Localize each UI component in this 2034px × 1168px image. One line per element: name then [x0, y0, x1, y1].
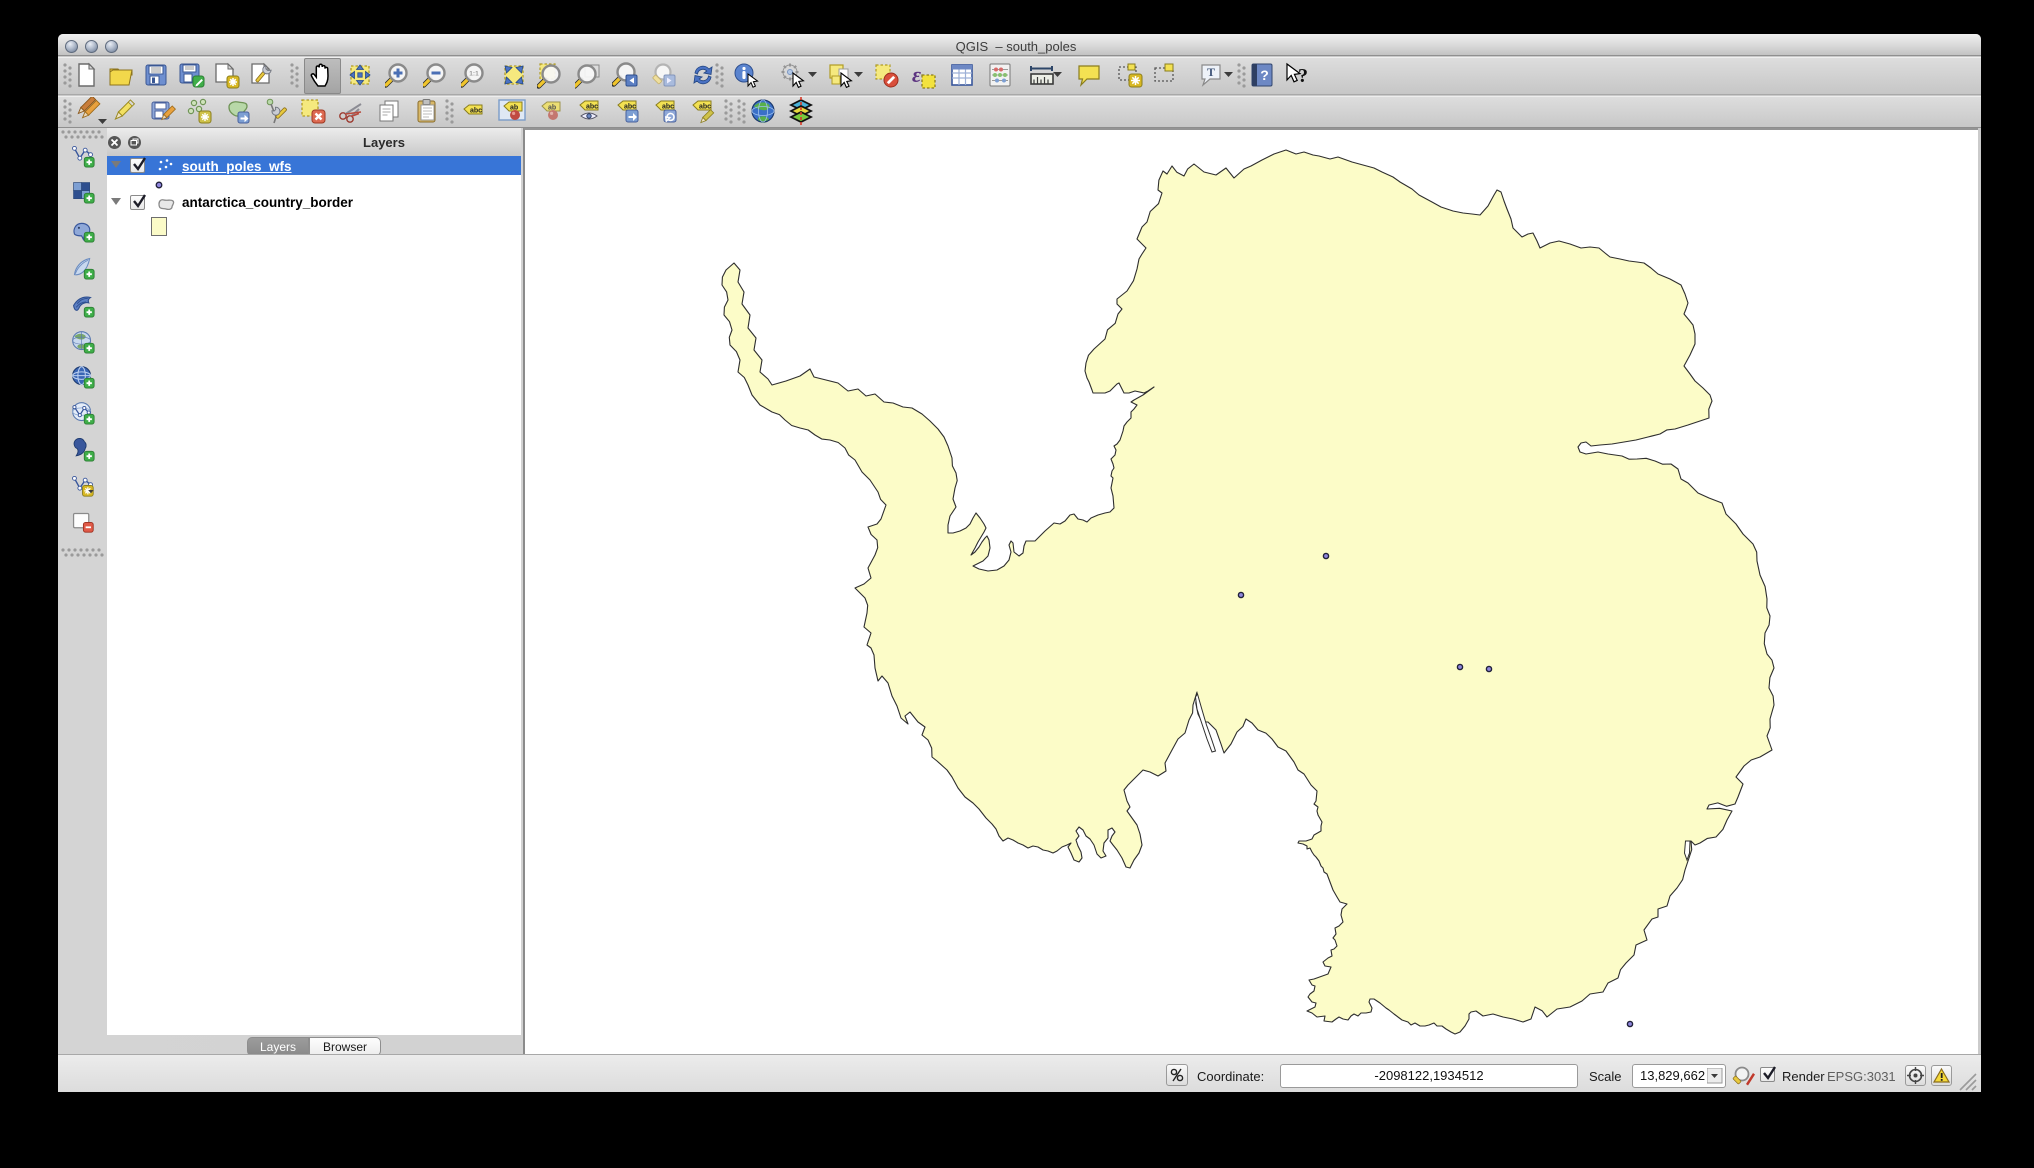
svg-text:?: ? [1298, 65, 1308, 87]
svg-text:?: ? [1260, 67, 1269, 83]
svg-text:T: T [1207, 65, 1215, 79]
svg-text:1:1: 1:1 [469, 71, 479, 78]
svg-text:abc: abc [586, 104, 598, 111]
svg-text:abc: abc [699, 104, 711, 111]
svg-text:ε: ε [912, 62, 921, 87]
svg-text:abc: abc [470, 108, 482, 115]
